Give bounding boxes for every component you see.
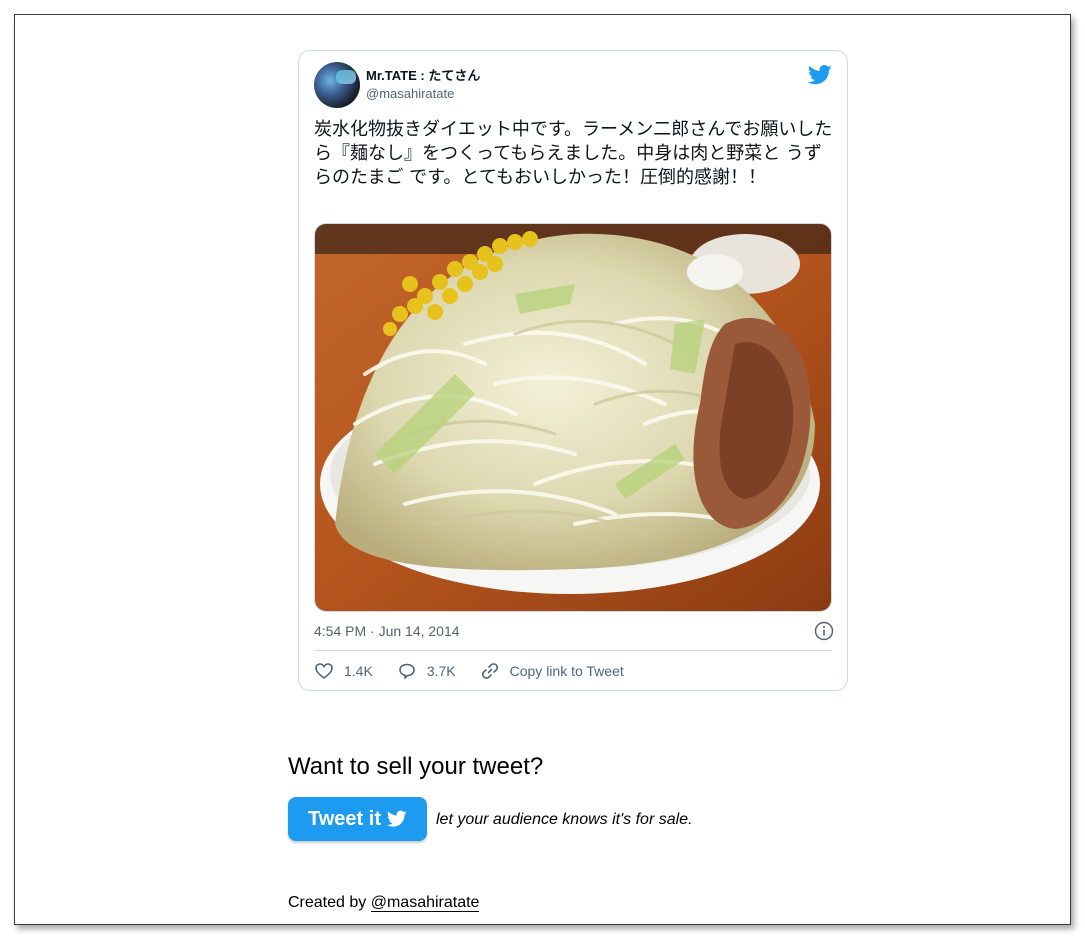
page-frame: Mr.TATE : たてさん @masahiratate 炭水化物抜きダイエット…: [14, 14, 1071, 925]
heart-icon: [315, 663, 333, 680]
author-display-name[interactable]: Mr.TATE : たてさん: [366, 68, 480, 84]
copy-link-action[interactable]: Copy link to Tweet: [480, 661, 624, 681]
tweet-it-button[interactable]: Tweet it: [288, 797, 427, 841]
like-count: 1.4K: [344, 663, 373, 679]
avatar[interactable]: [314, 62, 360, 108]
reply-icon: [399, 663, 415, 679]
tweet-text: 炭水化物抜きダイエット中です。ラーメン二郎さんでお願いしたら『麺なし』をつくって…: [314, 119, 833, 188]
like-action[interactable]: 1.4K: [314, 661, 373, 681]
sell-heading: Want to sell your tweet?: [288, 753, 544, 780]
author-handle[interactable]: @masahiratate: [366, 86, 480, 102]
twitter-bird-icon[interactable]: [808, 65, 832, 85]
tweet-actions: 1.4K 3.7K Copy link to Tweet: [314, 660, 648, 682]
tweet-author[interactable]: Mr.TATE : たてさん @masahiratate: [314, 61, 480, 109]
reply-count: 3.7K: [426, 663, 456, 679]
tweet-photo[interactable]: [314, 223, 832, 612]
tweet-timestamp[interactable]: 4:54 PM · Jun 14, 2014: [314, 623, 460, 639]
link-icon: [481, 663, 498, 679]
created-by-label: Created by: [288, 894, 367, 911]
created-by: Created by @masahiratate: [288, 893, 480, 913]
tweet-it-label: Tweet it: [308, 807, 381, 830]
author-link[interactable]: @masahiratate: [370, 894, 480, 912]
copy-link-label: Copy link to Tweet: [509, 663, 624, 679]
embedded-tweet-card[interactable]: Mr.TATE : たてさん @masahiratate 炭水化物抜きダイエット…: [298, 50, 848, 691]
reply-action[interactable]: 3.7K: [397, 661, 456, 681]
divider: [314, 650, 832, 651]
info-icon[interactable]: [814, 621, 834, 641]
twitter-bird-icon: [386, 810, 407, 827]
tweet-meta: 4:54 PM · Jun 14, 2014: [314, 621, 834, 641]
sell-note: let your audience knows it's for sale.: [436, 811, 693, 828]
